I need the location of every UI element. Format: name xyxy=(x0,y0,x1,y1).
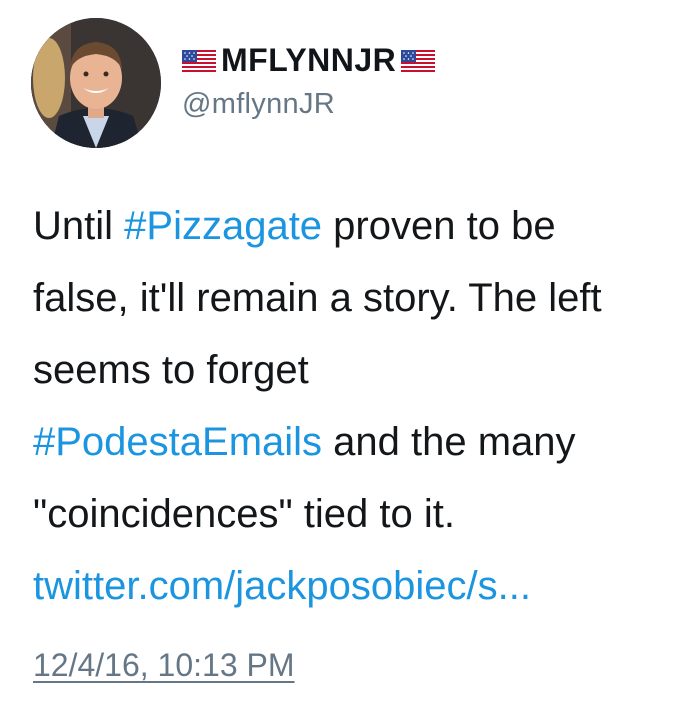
avatar[interactable] xyxy=(31,18,161,148)
tweet-text-segment: seems to forget xyxy=(33,348,309,392)
display-name-row[interactable]: MFLYNNJR xyxy=(182,42,436,78)
tweet-text-segment: false, it'll remain a story. The left xyxy=(33,276,602,320)
hashtag-link[interactable]: #PodestaEmails xyxy=(33,420,322,464)
tweet-text-segment: and the many xyxy=(322,420,576,464)
avatar-photo xyxy=(31,18,161,148)
tweet-timestamp[interactable]: 12/4/16, 10:13 PM xyxy=(33,645,295,685)
quoted-tweet-link[interactable]: twitter.com/jackposobiec/s... xyxy=(33,564,531,608)
tweet-text-segment: Until xyxy=(33,204,125,248)
us-flag-icon xyxy=(401,50,436,72)
tweet-line: twitter.com/jackposobiec/s... xyxy=(33,550,696,622)
tweet-line: #PodestaEmails and the many xyxy=(33,406,696,478)
user-handle[interactable]: @mflynnJR xyxy=(182,86,335,122)
tweet-text: Until #Pizzagate proven to be false, it'… xyxy=(33,190,696,622)
display-name: MFLYNNJR xyxy=(221,42,397,78)
tweet-line: Until #Pizzagate proven to be xyxy=(33,190,696,262)
tweet-line: false, it'll remain a story. The left xyxy=(33,262,696,334)
us-flag-icon xyxy=(182,50,216,72)
tweet-text-segment: proven to be xyxy=(322,204,556,248)
tweet-line: seems to forget xyxy=(33,334,696,406)
hashtag-link[interactable]: #Pizzagate xyxy=(124,204,322,248)
tweet-text-segment: "coincidences" tied to it. xyxy=(33,492,455,536)
tweet-line: "coincidences" tied to it. xyxy=(33,478,696,550)
